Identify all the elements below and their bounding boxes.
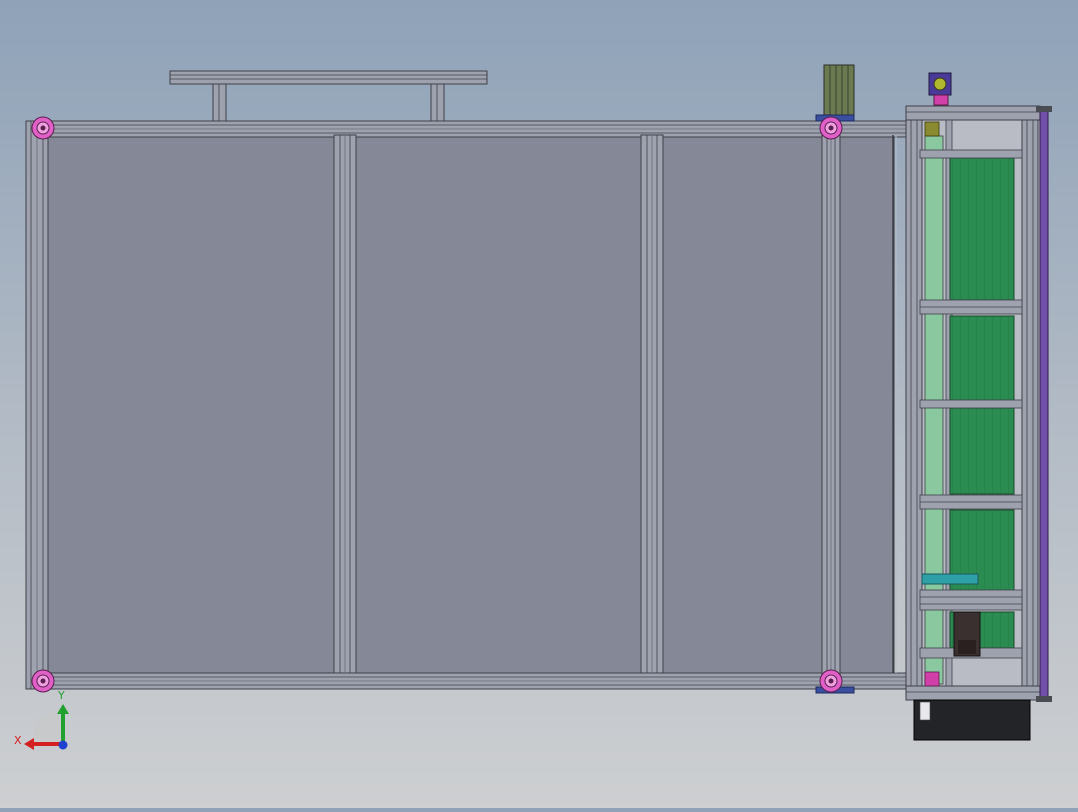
connector-bottom-left xyxy=(31,669,55,693)
pcb-3 xyxy=(949,407,1015,495)
main-frame xyxy=(25,120,911,690)
divider-post-3 xyxy=(821,120,841,690)
purple-rail xyxy=(1039,109,1049,701)
axis-triad: Y X xyxy=(14,689,69,750)
bottom-rail xyxy=(25,672,911,690)
divider-post-1 xyxy=(333,134,357,674)
stepper-motor xyxy=(815,64,855,122)
left-post xyxy=(25,120,49,690)
handle-bar xyxy=(169,70,488,122)
electronics-module xyxy=(905,72,1052,741)
divider-post-2 xyxy=(640,134,664,674)
cad-viewport[interactable]: Y X xyxy=(0,0,1078,808)
top-sensor xyxy=(928,72,952,106)
pcb-2 xyxy=(949,315,1015,403)
assembly-drawing: Y X xyxy=(14,64,1052,750)
main-panel xyxy=(45,133,895,675)
connector-top-left xyxy=(31,116,55,140)
x-axis-label: X xyxy=(14,734,22,747)
drive-box xyxy=(913,699,1031,741)
connector-bottom-right xyxy=(819,669,843,693)
top-rail xyxy=(25,120,911,138)
teal-cable xyxy=(921,573,979,585)
connector-top-right xyxy=(819,116,843,140)
pcb-1 xyxy=(949,157,1015,301)
y-axis-label: Y xyxy=(57,689,65,702)
